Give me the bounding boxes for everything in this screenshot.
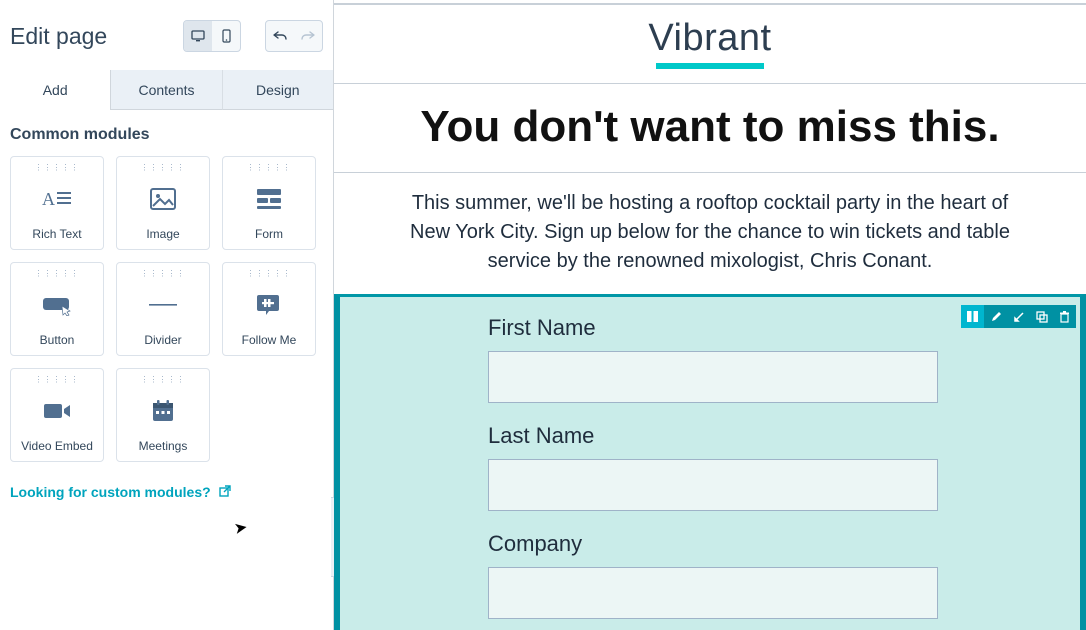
brand-logo: Vibrant — [648, 19, 771, 57]
svg-text:A: A — [42, 189, 55, 209]
modules-grid: ⋮⋮⋮⋮⋮ A Rich Text ⋮⋮⋮⋮⋮ Image ⋮⋮⋮⋮⋮ Form… — [0, 156, 333, 462]
toolbar-delete-button[interactable] — [1053, 305, 1076, 328]
redo-button[interactable] — [294, 21, 322, 51]
headline-block: You don't want to miss this. — [334, 84, 1086, 173]
custom-modules-link[interactable]: Looking for custom modules? — [0, 462, 333, 630]
module-follow-me[interactable]: ⋮⋮⋮⋮⋮ Follow Me — [222, 262, 316, 356]
input-last-name[interactable] — [488, 459, 938, 511]
brand-bar: Vibrant — [334, 4, 1086, 84]
divider-icon — [149, 303, 177, 307]
module-label: Video Embed — [21, 439, 93, 461]
tab-add[interactable]: Add — [0, 70, 111, 110]
pencil-icon — [990, 311, 1002, 323]
module-label: Divider — [144, 333, 181, 355]
desktop-icon — [191, 30, 205, 42]
mobile-icon — [222, 29, 231, 43]
columns-icon — [966, 310, 979, 323]
sidebar-header: Edit page — [0, 0, 333, 70]
follow-me-icon — [256, 293, 282, 317]
external-link-icon — [219, 484, 231, 500]
device-toggle — [183, 20, 241, 52]
video-icon — [43, 401, 71, 421]
device-desktop-button[interactable] — [184, 21, 212, 51]
toolbar-edit-button[interactable] — [984, 305, 1007, 328]
module-label: Image — [146, 227, 179, 249]
editor-sidebar: Edit page — [0, 0, 334, 630]
button-icon — [42, 294, 72, 316]
page-headline: You don't want to miss this. — [334, 102, 1086, 152]
module-meetings[interactable]: ⋮⋮⋮⋮⋮ Meetings — [116, 368, 210, 462]
module-label: Form — [255, 227, 283, 249]
redo-icon — [301, 30, 315, 42]
toolbar-clone-button[interactable] — [1030, 305, 1053, 328]
toolbar-style-button[interactable] — [1007, 305, 1030, 328]
header-controls — [183, 20, 323, 52]
device-mobile-button[interactable] — [212, 21, 240, 51]
input-first-name[interactable] — [488, 351, 938, 403]
module-button[interactable]: ⋮⋮⋮⋮⋮ Button — [10, 262, 104, 356]
page-canvas: Vibrant You don't want to miss this. Thi… — [334, 0, 1086, 630]
custom-modules-link-label: Looking for custom modules? — [10, 484, 211, 500]
module-video-embed[interactable]: ⋮⋮⋮⋮⋮ Video Embed — [10, 368, 104, 462]
tab-design[interactable]: Design — [223, 70, 333, 110]
module-form[interactable]: ⋮⋮⋮⋮⋮ Form — [222, 156, 316, 250]
sidebar-tabs: Add Contents Design — [0, 70, 333, 110]
module-image[interactable]: ⋮⋮⋮⋮⋮ Image — [116, 156, 210, 250]
image-icon — [150, 188, 176, 210]
calendar-icon — [151, 399, 175, 423]
trash-icon — [1059, 311, 1070, 323]
clone-icon — [1036, 311, 1048, 323]
form-icon — [256, 188, 282, 210]
module-label: Button — [40, 333, 75, 355]
toolbar-columns-button[interactable] — [961, 305, 984, 328]
page-title: Edit page — [10, 23, 107, 50]
page-subtext: This summer, we'll be hosting a rooftop … — [360, 173, 1060, 294]
module-divider[interactable]: ⋮⋮⋮⋮⋮ Divider — [116, 262, 210, 356]
style-icon — [1013, 311, 1025, 323]
module-label: Rich Text — [32, 227, 81, 249]
module-toolbar — [961, 305, 1076, 328]
undo-redo-group — [265, 20, 323, 52]
section-title: Common modules — [0, 110, 333, 156]
form-fields: First Name Last Name Company Email — [488, 315, 938, 630]
brand-underline — [656, 63, 764, 69]
undo-button[interactable] — [266, 21, 294, 51]
field-label-first-name: First Name — [488, 315, 938, 341]
field-label-company: Company — [488, 531, 938, 557]
module-rich-text[interactable]: ⋮⋮⋮⋮⋮ A Rich Text — [10, 156, 104, 250]
module-label: Meetings — [139, 439, 188, 461]
input-company[interactable] — [488, 567, 938, 619]
field-label-last-name: Last Name — [488, 423, 938, 449]
tab-contents[interactable]: Contents — [111, 70, 222, 110]
module-label: Follow Me — [242, 333, 297, 355]
form-module[interactable]: First Name Last Name Company Email — [334, 294, 1086, 630]
undo-icon — [273, 30, 287, 42]
rich-text-icon: A — [42, 187, 72, 211]
